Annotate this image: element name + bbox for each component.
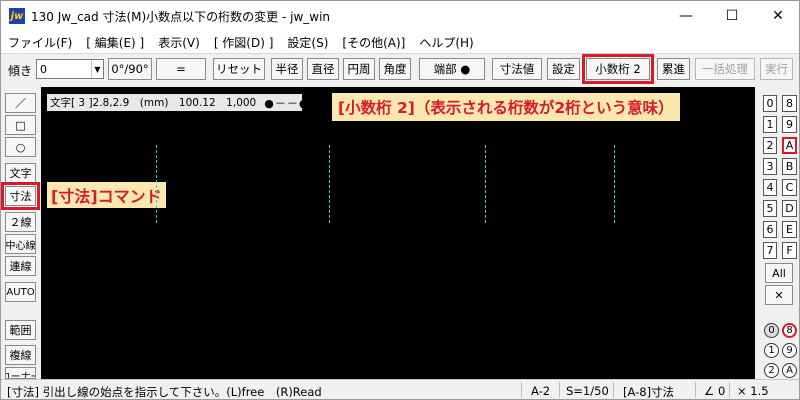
drawing-scale[interactable]: S=1/50: [566, 384, 609, 398]
endpoint-button[interactable]: 端部 ●: [419, 58, 485, 80]
double-line-tool-button[interactable]: ２線: [5, 212, 36, 232]
layer-a-button[interactable]: A: [782, 137, 797, 154]
equal-button[interactable]: =: [156, 58, 206, 80]
status-bar: [寸法] 引出し線の始点を指示して下さい。(L)free (R)Read A-2…: [1, 379, 799, 399]
layer-group-1-button[interactable]: 1: [764, 343, 779, 358]
current-layer[interactable]: [A-8]寸法: [623, 384, 674, 399]
decimal-digits-button[interactable]: 小数桁 2: [582, 54, 654, 84]
dashed-line: [329, 145, 330, 223]
dimension-tool-button[interactable]: 寸法: [1, 182, 40, 210]
auto-mode-button[interactable]: AUTO: [5, 282, 36, 302]
menu-help[interactable]: ヘルプ(H): [412, 34, 480, 51]
offset-line-tool-button[interactable]: 複線: [5, 345, 36, 365]
tilt-label: 傾き: [8, 64, 33, 78]
clear-layers-button[interactable]: ✕: [765, 285, 793, 305]
menu-other[interactable]: [その他(A)]: [335, 34, 412, 51]
layer-1-button[interactable]: 1: [763, 116, 777, 133]
circle-tool-button[interactable]: ○: [5, 137, 36, 157]
window-title: 130 Jw_cad 寸法(M)小数点以下の桁数の変更 - jw_win: [31, 9, 331, 24]
layer-panel: 0 8 1 9 2 A 3 B 4 C 5 D 6 E 7 F All ✕ 0 …: [757, 87, 799, 379]
zoom-readout[interactable]: × 1.5: [737, 384, 769, 398]
status-message: [寸法] 引出し線の始点を指示して下さい。(L)free (R)Read: [7, 385, 322, 399]
dimension-value-button[interactable]: 寸法値: [492, 58, 542, 80]
status-divider: [695, 382, 696, 398]
angle-button[interactable]: 角度: [379, 58, 411, 80]
endpoint-style-icon: ●－－●: [264, 96, 310, 110]
maximize-button[interactable]: ☐: [709, 1, 755, 31]
layer-6-button[interactable]: 6: [763, 221, 777, 238]
dashed-line: [614, 145, 615, 223]
layer-2-button[interactable]: 2: [763, 137, 777, 154]
corner-tool-button[interactable]: コーナー: [5, 367, 36, 379]
text-tool-button[interactable]: 文字: [5, 163, 36, 183]
chevron-down-icon[interactable]: ▼: [90, 60, 103, 78]
layer-group-2-button[interactable]: 2: [764, 363, 779, 378]
menu-view[interactable]: 表示(V): [151, 34, 207, 51]
layer-f-button[interactable]: F: [782, 242, 797, 259]
continuous-line-tool-button[interactable]: 連線: [5, 256, 36, 276]
layer-group-9-button[interactable]: 9: [782, 343, 797, 358]
text-style-indicator: 文字[ 3 ]2.8,2.9 (mm) 100.12 1,000 ●－－●: [47, 94, 308, 111]
app-logo-icon: jw: [9, 8, 25, 24]
reset-button[interactable]: リセット: [213, 58, 265, 80]
layer-3-button[interactable]: 3: [763, 158, 777, 175]
menu-settings[interactable]: 設定(S): [280, 34, 335, 51]
menu-edit[interactable]: [ 編集(E) ]: [79, 34, 151, 51]
tilt-value[interactable]: 0: [37, 63, 91, 76]
menu-bar: ファイル(F) [ 編集(E) ] 表示(V) [ 作図(D) ] 設定(S) …: [1, 31, 799, 53]
layer-7-button[interactable]: 7: [763, 242, 777, 259]
line-tool-button[interactable]: ／: [5, 93, 36, 113]
close-button[interactable]: ✕: [755, 1, 799, 31]
tilt-combo[interactable]: 0 ▼: [36, 59, 104, 79]
layer-group-0-button[interactable]: 0: [764, 323, 779, 338]
menu-draw[interactable]: [ 作図(D) ]: [207, 34, 281, 51]
status-divider: [729, 382, 730, 398]
layer-group-a-button[interactable]: A: [782, 363, 797, 378]
text-style-readout: 文字[ 3 ]2.8,2.9 (mm) 100.12 1,000: [50, 97, 257, 109]
layer-e-button[interactable]: E: [782, 221, 797, 238]
rectangle-tool-button[interactable]: □: [5, 115, 36, 135]
layer-group-8-button[interactable]: 8: [782, 323, 797, 338]
angle-toggle-button[interactable]: 0°/90°: [108, 58, 152, 80]
layer-8-button[interactable]: 8: [782, 95, 797, 112]
centerline-tool-button[interactable]: 中心線: [5, 234, 36, 254]
radius-button[interactable]: 半径: [271, 58, 303, 80]
layer-d-button[interactable]: D: [782, 200, 797, 217]
layer-0-button[interactable]: 0: [763, 95, 777, 112]
status-divider: [559, 382, 560, 398]
command-toolbar: 傾き 0 ▼ 0°/90° = リセット 半径 直径 円周 角度 端部 ● 寸法…: [1, 53, 799, 84]
layer-c-button[interactable]: C: [782, 179, 797, 196]
left-tool-panel: ／ □ ○ 文字 寸法 ２線 中心線 連線 AUTO 範囲 複線 コーナー: [1, 87, 41, 379]
all-layers-button[interactable]: All: [765, 263, 793, 283]
cumulative-button[interactable]: 累進: [657, 58, 690, 80]
layer-5-button[interactable]: 5: [763, 200, 777, 217]
status-divider: [521, 382, 522, 398]
menu-file[interactable]: ファイル(F): [1, 34, 79, 51]
layer-9-button[interactable]: 9: [782, 116, 797, 133]
status-divider: [613, 382, 614, 398]
dashed-line: [485, 145, 486, 223]
range-tool-button[interactable]: 範囲: [5, 320, 36, 340]
drawing-canvas[interactable]: 文字[ 3 ]2.8,2.9 (mm) 100.12 1,000 ●－－● [小…: [41, 87, 755, 379]
angle-readout[interactable]: ∠ 0: [704, 384, 725, 398]
paper-size[interactable]: A-2: [531, 384, 550, 398]
batch-process-button[interactable]: 一括処理: [695, 58, 755, 80]
layer-b-button[interactable]: B: [782, 158, 797, 175]
settings-button[interactable]: 設定: [547, 58, 580, 80]
minimize-button[interactable]: —: [663, 1, 709, 31]
window-controls: — ☐ ✕: [663, 1, 799, 31]
command-annotation: [寸法]コマンド: [47, 182, 166, 208]
jw-cad-window: jw 130 Jw_cad 寸法(M)小数点以下の桁数の変更 - jw_win …: [0, 0, 800, 400]
layer-4-button[interactable]: 4: [763, 179, 777, 196]
execute-button[interactable]: 実行: [760, 58, 793, 80]
title-bar: jw 130 Jw_cad 寸法(M)小数点以下の桁数の変更 - jw_win …: [1, 1, 799, 31]
dashed-line: [156, 145, 157, 223]
circumference-button[interactable]: 円周: [343, 58, 375, 80]
diameter-button[interactable]: 直径: [307, 58, 339, 80]
decimal-annotation: [小数桁 2]（表示される桁数が2桁という意味）: [332, 93, 680, 121]
